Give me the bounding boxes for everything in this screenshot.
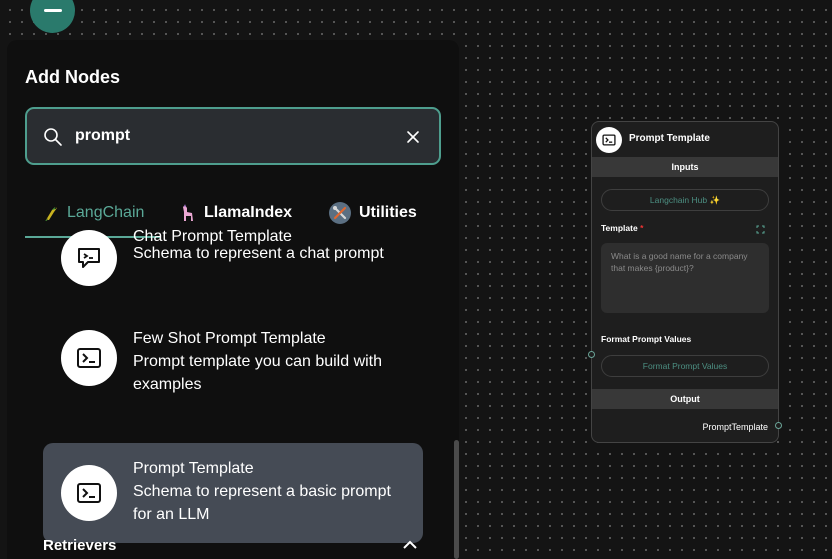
template-label-text: Template (601, 223, 638, 233)
template-textarea[interactable]: What is a good name for a company that m… (601, 243, 769, 313)
scrollbar[interactable] (454, 440, 459, 559)
node-description: Prompt template you can build with examp… (133, 353, 383, 393)
node-title: Prompt Template (133, 460, 254, 477)
inputs-header: Inputs (592, 157, 778, 177)
llama-icon (183, 204, 193, 221)
chat-prompt-icon (61, 230, 117, 286)
tab-label: LlamaIndex (204, 204, 293, 221)
template-label: Template * (601, 223, 643, 233)
prompt-template-node[interactable]: Prompt Template Inputs Langchain Hub ✨ T… (591, 121, 779, 443)
list-item-selected[interactable]: Prompt Template Schema to represent a ba… (43, 443, 423, 543)
search-box[interactable]: prompt (25, 107, 441, 165)
node-description: Schema to represent a chat prompt (133, 245, 384, 262)
chevron-up-icon[interactable] (403, 540, 417, 550)
input-handle[interactable] (588, 351, 595, 358)
node-title: Few Shot Prompt Template (133, 330, 326, 347)
list-item[interactable]: Chat Prompt Template Schema to represent… (43, 228, 423, 306)
section-label: Retrievers (43, 537, 117, 554)
search-icon (44, 128, 62, 146)
search-input[interactable]: prompt (75, 127, 130, 145)
parrot-icon (45, 207, 57, 221)
terminal-icon (61, 330, 117, 386)
output-name: PromptTemplate (702, 422, 768, 432)
format-prompt-values-label: Format Prompt Values (601, 334, 692, 344)
add-nodes-panel: Add Nodes prompt LangChain LlamaIndex Ut… (7, 40, 459, 559)
section-retrievers[interactable]: Retrievers (43, 537, 423, 559)
hub-button-label: Langchain Hub (649, 195, 708, 205)
required-mark: * (640, 223, 644, 233)
terminal-icon (61, 465, 117, 521)
langchain-hub-button[interactable]: Langchain Hub ✨ (601, 189, 769, 211)
terminal-icon (596, 127, 622, 153)
format-prompt-values-button[interactable]: Format Prompt Values (601, 355, 769, 377)
node-title: Prompt Template (629, 133, 710, 144)
expand-icon[interactable] (756, 225, 765, 234)
close-icon[interactable] (405, 129, 421, 145)
minus-icon (43, 9, 62, 12)
node-description: Schema to represent a basic prompt for a… (133, 483, 391, 523)
output-header: Output (592, 389, 778, 409)
list-item[interactable]: Few Shot Prompt Template Prompt template… (43, 318, 423, 408)
magic-wand-icon: ✨ (709, 195, 721, 205)
tab-label: LangChain (67, 204, 145, 221)
output-handle[interactable] (775, 422, 782, 429)
tools-icon (329, 202, 351, 224)
tab-label: Utilities (359, 204, 417, 221)
panel-title: Add Nodes (25, 67, 121, 87)
